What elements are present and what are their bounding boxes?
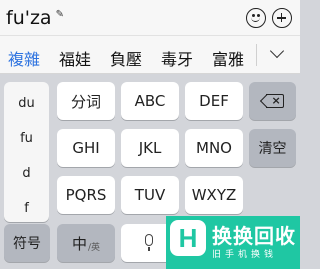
watermark-subtitle: 旧手机换钱 (212, 250, 278, 260)
preedit-string: fu'za (6, 7, 52, 29)
ghi-key[interactable]: GHI (57, 129, 115, 167)
preedit-text: fu'za ✎ (6, 7, 64, 29)
pqrs-key[interactable]: PQRS (57, 176, 115, 214)
symbol-key[interactable]: 符号 (4, 224, 50, 262)
jkl-key[interactable]: JKL (121, 129, 179, 167)
candidate-item[interactable]: 富雅 (212, 46, 244, 70)
chevron-down-icon[interactable] (269, 43, 285, 59)
chinese-mode-label: 中 (71, 234, 87, 253)
wxyz-key[interactable]: WXYZ (185, 176, 243, 214)
candidate-item[interactable]: 複雜 (8, 46, 40, 70)
emoji-icon[interactable] (246, 8, 266, 28)
pinyin-options-list[interactable]: du fu d f (4, 82, 49, 222)
language-switch-key[interactable]: 中/英 (57, 224, 115, 262)
candidate-divider (256, 44, 257, 66)
pinyin-option[interactable]: d (4, 166, 49, 181)
candidate-item[interactable]: 負壓 (110, 46, 142, 70)
pinyin-option[interactable]: f (4, 201, 49, 216)
pinyin-option[interactable]: fu (4, 131, 49, 146)
microphone-icon (145, 234, 153, 246)
english-mode-label: /英 (87, 242, 101, 253)
delete-button[interactable]: × (249, 82, 296, 120)
mno-key[interactable]: MNO (185, 129, 243, 167)
abc-key[interactable]: ABC (121, 82, 179, 120)
watermark: H 换换回收 旧手机换钱 (166, 216, 300, 269)
tuv-key[interactable]: TUV (121, 176, 179, 214)
brand-logo-icon: H (170, 220, 206, 256)
add-icon[interactable] (272, 8, 292, 28)
candidate-item[interactable]: 福娃 (59, 46, 91, 70)
def-key[interactable]: DEF (185, 82, 243, 120)
fenci-key[interactable]: 分词 (57, 82, 115, 120)
edit-icon[interactable]: ✎ (56, 9, 64, 20)
microphone-stand (148, 247, 150, 251)
candidate-item[interactable]: 毒牙 (161, 46, 193, 70)
pinyin-option[interactable]: du (4, 96, 49, 111)
composition-bar: fu'za ✎ (0, 0, 300, 36)
backspace-icon: × (262, 94, 284, 108)
clear-button[interactable]: 清空 (249, 129, 296, 167)
watermark-title: 换换回收 (212, 224, 296, 248)
candidate-bar: 複雜 福娃 負壓 毒牙 富雅 (0, 36, 300, 74)
